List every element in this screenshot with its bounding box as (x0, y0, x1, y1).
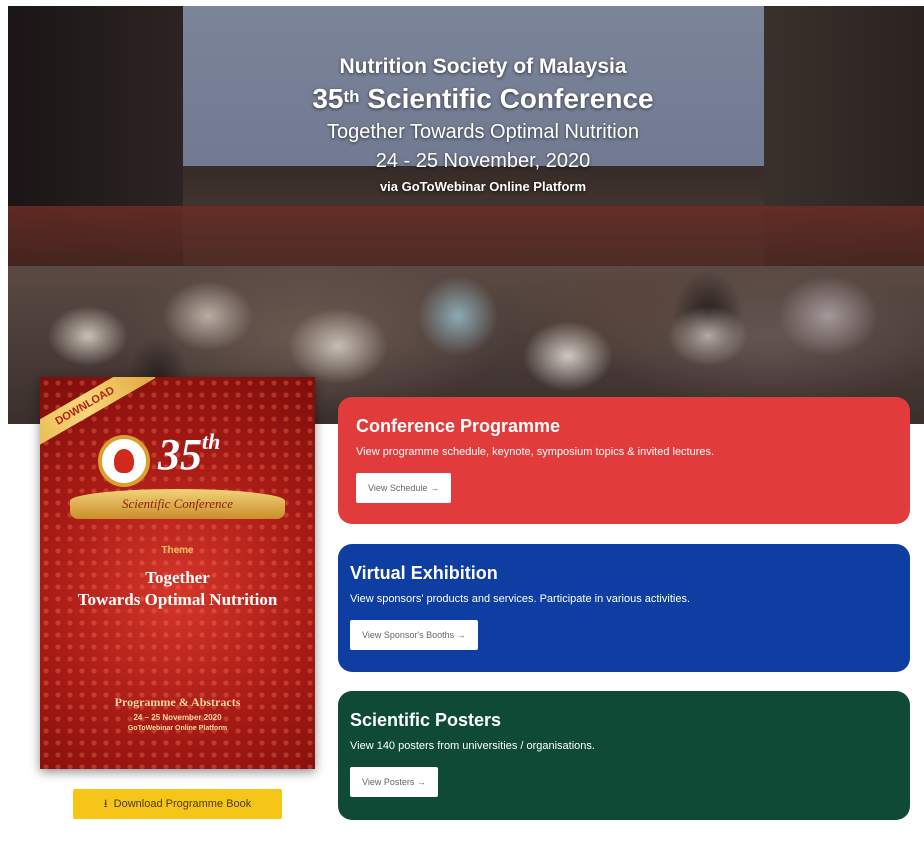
hero-title: 35th Scientific Conference (42, 80, 924, 118)
card-description: View sponsors' products and services. Pa… (350, 593, 690, 605)
hero-platform: via GoToWebinar Online Platform (379, 179, 587, 194)
view-schedule-button[interactable]: View Schedule → (356, 473, 451, 503)
cover-theme-line2: Towards Optimal Nutrition (77, 590, 278, 609)
card-virtual-exhibition: Virtual Exhibition View sponsors' produc… (338, 544, 910, 672)
cover-programme-label: Programme & Abstracts (114, 695, 241, 709)
cover-date: 24 – 25 November 2020 (133, 713, 222, 722)
card-description: View programme schedule, keynote, sympos… (356, 446, 715, 458)
cover-edition-number: 35 (158, 430, 202, 479)
cover-theme-label: Theme (161, 545, 194, 556)
cover-edition: 35th (158, 429, 220, 480)
programme-book-cover[interactable]: DOWNLOAD 35th Scientific Conference Them… (40, 377, 315, 769)
hero-title-number: 35 (312, 83, 344, 114)
download-button-label: Download Programme Book (113, 798, 252, 810)
hero-text-block: Nutrition Society of Malaysia 35th Scien… (8, 54, 924, 198)
cover-theme: Together Towards Optimal Nutrition (40, 567, 315, 611)
hero-banner: Nutrition Society of Malaysia 35th Scien… (8, 6, 924, 424)
card-title: Scientific Posters (350, 710, 502, 730)
card-description: View 140 posters from universities / org… (350, 740, 595, 752)
card-scientific-posters: Scientific Posters View 140 posters from… (338, 691, 910, 820)
cover-edition-sup: th (202, 429, 221, 454)
download-icon: ⭳ (103, 798, 108, 810)
card-conference-programme: Conference Programme View programme sche… (338, 397, 910, 524)
hero-org-name: Nutrition Society of Malaysia (339, 55, 627, 78)
cover-theme-line1: Together (145, 568, 210, 587)
hero-title-sup: th (343, 87, 360, 106)
card-title: Virtual Exhibition (350, 563, 498, 583)
download-programme-button[interactable]: ⭳ Download Programme Book (73, 789, 282, 819)
hero-title-rest: Scientific Conference (367, 83, 654, 114)
cover-platform: GoToWebinar Online Platform (127, 725, 228, 732)
hero-theme: Together Towards Optimal Nutrition (327, 121, 639, 143)
cover-banner: Scientific Conference (70, 489, 285, 519)
hero-date: 24 - 25 November, 2020 (375, 150, 591, 172)
view-sponsor-booths-button[interactable]: View Sponsor's Booths → (350, 620, 478, 650)
society-logo-icon (98, 435, 150, 487)
view-posters-button[interactable]: View Posters → (350, 767, 438, 797)
card-title: Conference Programme (356, 416, 561, 436)
